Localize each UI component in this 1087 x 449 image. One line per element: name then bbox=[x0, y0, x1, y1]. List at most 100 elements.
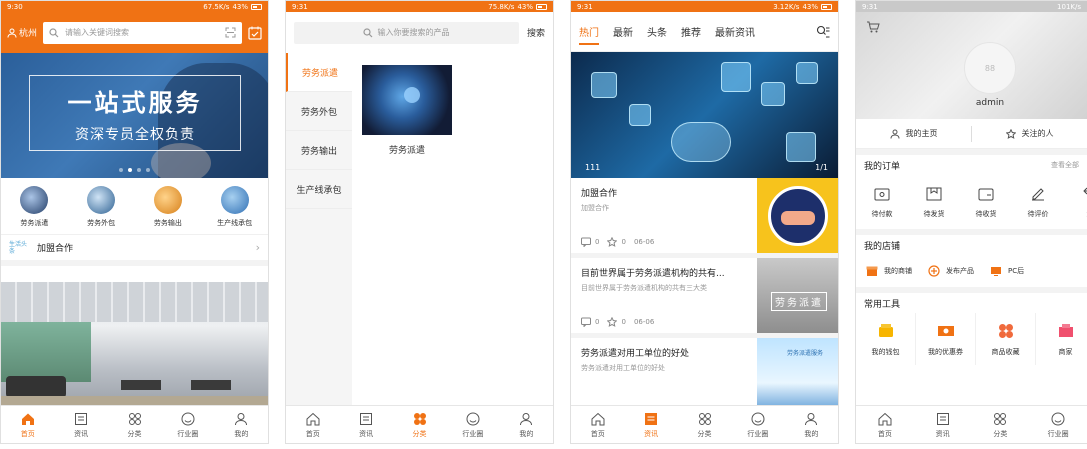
sidebar-item-outsourcing[interactable]: 劳务外包 bbox=[286, 92, 352, 131]
my-coupons-button[interactable]: 我的优惠券 bbox=[916, 313, 976, 365]
sidebar-item-labor-dispatch[interactable]: 劳务派遣 bbox=[286, 53, 352, 92]
order-pending-review[interactable]: 待评价 bbox=[1012, 179, 1064, 225]
search-icon bbox=[49, 27, 59, 37]
section-title: 我的订单 bbox=[864, 161, 901, 172]
shop-label: 发布产品 bbox=[946, 267, 974, 275]
tab-news[interactable]: 资讯 bbox=[914, 406, 972, 443]
product-card[interactable]: 劳务派遣 bbox=[362, 65, 452, 156]
office-ceiling bbox=[1, 282, 268, 322]
category-production-line[interactable]: 生产线承包 bbox=[205, 186, 265, 228]
city-selector[interactable]: 杭州 bbox=[7, 26, 37, 39]
avatar[interactable]: 88 bbox=[964, 42, 1016, 94]
smile-icon bbox=[1051, 412, 1065, 425]
news-summary: 目前世界属于劳务派遣机构的共有三大类 bbox=[581, 284, 707, 292]
tab-industry[interactable]: 行业圈 bbox=[731, 406, 784, 443]
news-date: 06-06 bbox=[633, 238, 655, 246]
tab-mine[interactable]: 我的 bbox=[500, 406, 553, 443]
product-name: 劳务派遣 bbox=[388, 146, 425, 156]
merchant-button[interactable]: 商家 bbox=[1036, 313, 1087, 365]
category-labor-dispatch[interactable]: 劳务派遣 bbox=[4, 186, 64, 228]
sidebar-item-production-line[interactable]: 生产线承包 bbox=[286, 170, 352, 209]
banner-title: 一站式服务 bbox=[67, 88, 203, 117]
news-thumbnail bbox=[757, 178, 838, 253]
office-image[interactable] bbox=[1, 282, 268, 408]
category-image bbox=[220, 186, 249, 214]
cart-icon[interactable] bbox=[866, 20, 880, 34]
category-outsourcing[interactable]: 劳务外包 bbox=[71, 186, 131, 228]
username: admin bbox=[975, 98, 1005, 108]
tab-home[interactable]: 首页 bbox=[571, 406, 624, 443]
tab-news[interactable]: 资讯 bbox=[54, 406, 107, 443]
tab-news[interactable]: 资讯 bbox=[339, 406, 392, 443]
scan-icon[interactable] bbox=[225, 27, 236, 38]
office-desk bbox=[191, 380, 231, 390]
pc-backend-button[interactable]: PC后 bbox=[990, 265, 1024, 277]
order-pending-receipt[interactable]: 待收货 bbox=[960, 179, 1012, 225]
tab-headlines[interactable]: 头条 bbox=[647, 24, 667, 39]
tab-label: 资讯 bbox=[935, 429, 950, 438]
office-desk bbox=[121, 380, 161, 390]
tab-label: 分类 bbox=[127, 429, 142, 438]
tab-industry[interactable]: 行业圈 bbox=[446, 406, 499, 443]
order-label: 待付款 bbox=[871, 210, 893, 218]
status-speed: 101K/s bbox=[1057, 2, 1081, 11]
news-title: 劳务派遣对用工单位的好处 bbox=[581, 349, 690, 359]
tab-home[interactable]: 首页 bbox=[286, 406, 339, 443]
order-pending-shipment[interactable]: 待发货 bbox=[908, 179, 960, 225]
smile-icon bbox=[751, 412, 765, 425]
search-input[interactable]: 请输入关键词搜索 bbox=[43, 21, 242, 44]
tab-category[interactable]: 分类 bbox=[678, 406, 731, 443]
tab-latest[interactable]: 最新 bbox=[613, 24, 633, 39]
order-status-row: 待付款 待发货 待收货 待评价 退 bbox=[856, 175, 1087, 229]
home-banner[interactable]: 一站式服务 资深专员全权负责 bbox=[1, 53, 268, 178]
category-icon bbox=[994, 412, 1007, 425]
banner-count: 1/1 bbox=[815, 163, 828, 172]
news-tabs: 热门 最新 头条 推荐 最新资讯 bbox=[571, 12, 838, 52]
office-sofa bbox=[6, 376, 66, 398]
tab-hot[interactable]: 热门 bbox=[579, 24, 599, 45]
news-banner[interactable]: 111 1/1 bbox=[571, 52, 838, 178]
category-row: 劳务派遣 劳务外包 劳务输出 生产线承包 bbox=[1, 178, 268, 234]
news-icon bbox=[936, 412, 949, 425]
search-button[interactable]: 搜索 bbox=[527, 26, 545, 39]
publish-product-button[interactable]: 发布产品 bbox=[928, 265, 974, 277]
search-list-icon[interactable] bbox=[816, 25, 830, 39]
home-icon bbox=[306, 412, 320, 425]
following-link[interactable]: 关注的人 bbox=[972, 128, 1087, 139]
status-time: 9:31 bbox=[292, 2, 308, 11]
news-item[interactable]: 加盟合作 加盟合作 0 0 06-06 bbox=[571, 178, 838, 258]
view-all-link[interactable]: 查看全部 bbox=[1051, 160, 1079, 170]
tab-mine[interactable]: 我的 bbox=[785, 406, 838, 443]
category-labor-export[interactable]: 劳务输出 bbox=[138, 186, 198, 228]
tab-news[interactable]: 资讯 bbox=[624, 406, 677, 443]
my-wallet-button[interactable]: 我的钱包 bbox=[856, 313, 916, 365]
my-homepage-link[interactable]: 我的主页 bbox=[856, 128, 971, 139]
tab-category[interactable]: 分类 bbox=[108, 406, 161, 443]
bottom-tabbar: 首页 资讯 分类 行业圈 bbox=[856, 405, 1087, 443]
tab-home[interactable]: 首页 bbox=[856, 406, 914, 443]
tab-mine[interactable]: 我的 bbox=[215, 406, 268, 443]
tab-industry[interactable]: 行业圈 bbox=[161, 406, 214, 443]
news-item[interactable]: 目前世界属于劳务派遣机构的共有... 目前世界属于劳务派遣机构的共有三大类 0 … bbox=[571, 258, 838, 338]
city-name: 杭州 bbox=[19, 29, 38, 39]
tab-industry[interactable]: 行业圈 bbox=[1029, 406, 1087, 443]
screenshot-stage: 9:30 67.5K/s 43% 杭州 请输入关键词搜索 一站式服务 资深专员全权… bbox=[0, 0, 1087, 449]
category-image bbox=[20, 186, 49, 214]
tab-home[interactable]: 首页 bbox=[1, 406, 54, 443]
sidebar-item-labor-export[interactable]: 劳务输出 bbox=[286, 131, 352, 170]
product-search-input[interactable]: 输入你要搜索的产品 bbox=[294, 21, 519, 44]
truck-icon bbox=[978, 188, 994, 201]
order-refund[interactable]: 退 bbox=[1064, 179, 1087, 225]
tab-recommended[interactable]: 推荐 bbox=[681, 24, 701, 39]
calendar-icon[interactable] bbox=[248, 26, 262, 40]
tab-label: 我的 bbox=[804, 429, 819, 438]
tab-category[interactable]: 分类 bbox=[972, 406, 1030, 443]
order-pending-payment[interactable]: 待付款 bbox=[856, 179, 908, 225]
tab-latest-news[interactable]: 最新资讯 bbox=[715, 24, 755, 39]
tab-category[interactable]: 分类 bbox=[393, 406, 446, 443]
join-row[interactable]: 生活头条 加盟合作 › bbox=[1, 234, 268, 266]
phone-news: 9:31 3.12K/s 43% 热门 最新 头条 推荐 最新资讯 111 1/1… bbox=[570, 0, 839, 444]
tools-row: 我的钱包 我的优惠券 商品收藏 商家 bbox=[856, 313, 1087, 365]
my-shop-button[interactable]: 我的商铺 bbox=[866, 265, 912, 277]
product-favorites-button[interactable]: 商品收藏 bbox=[976, 313, 1036, 365]
